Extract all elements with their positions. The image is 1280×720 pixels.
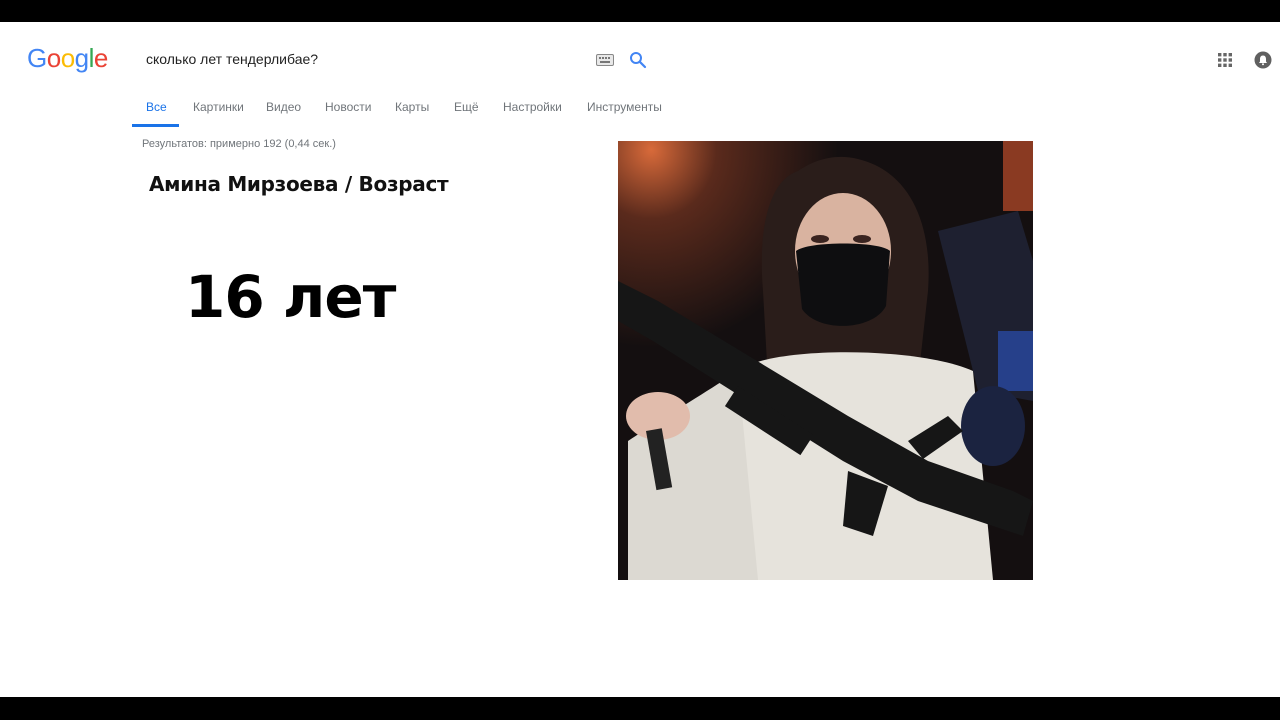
- tab-more[interactable]: Ещё: [454, 100, 479, 114]
- answer-value: 16 лет: [185, 263, 396, 331]
- tab-tools[interactable]: Инструменты: [587, 100, 662, 114]
- video-letterbox-top: [0, 0, 1280, 22]
- tab-maps[interactable]: Карты: [395, 100, 429, 114]
- active-tab-indicator: [132, 124, 179, 127]
- notifications-icon[interactable]: [1254, 51, 1272, 69]
- logo-letter: e: [93, 43, 108, 73]
- answer-title[interactable]: Амина Мирзоева / Возраст: [149, 172, 449, 196]
- photo-illustration: [618, 141, 1033, 580]
- search-box[interactable]: сколько лет тендерлибае?: [132, 42, 660, 78]
- tab-images[interactable]: Картинки: [193, 100, 244, 114]
- answer-photo[interactable]: [618, 141, 1033, 580]
- google-logo[interactable]: Google: [27, 42, 108, 74]
- search-icon[interactable]: [629, 51, 647, 69]
- logo-letter: o: [46, 43, 61, 73]
- logo-letter: o: [60, 43, 75, 73]
- keyboard-icon[interactable]: [596, 54, 614, 66]
- apps-grid-icon[interactable]: [1217, 52, 1233, 68]
- tab-news[interactable]: Новости: [325, 100, 371, 114]
- tab-all[interactable]: Все: [146, 100, 167, 114]
- tab-settings[interactable]: Настройки: [503, 100, 562, 114]
- video-letterbox-bottom: [0, 697, 1280, 720]
- search-input[interactable]: сколько лет тендерлибае?: [146, 51, 318, 67]
- result-stats: Результатов: примерно 192 (0,44 сек.): [142, 138, 336, 150]
- tab-videos[interactable]: Видео: [266, 100, 301, 114]
- logo-letter: G: [27, 43, 47, 73]
- logo-letter: g: [74, 43, 89, 73]
